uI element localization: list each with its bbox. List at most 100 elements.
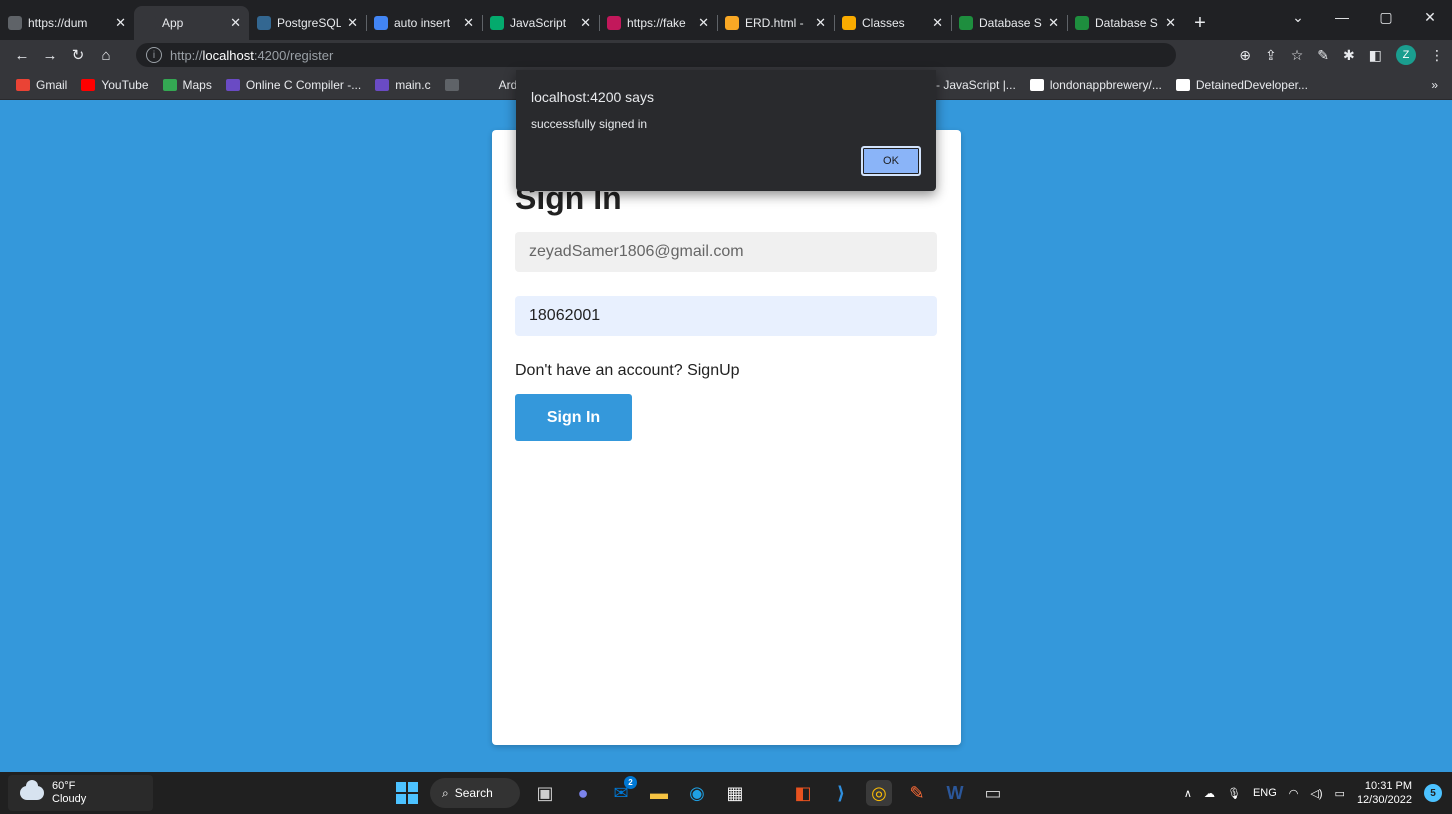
browser-tab[interactable]: JavaScript ✕ [482,6,599,40]
forward-icon[interactable]: → [36,47,64,64]
bookmark-label: YouTube [101,77,149,92]
google-icon [374,16,388,30]
password-field[interactable]: 18062001 [515,296,937,336]
browser-tab[interactable]: ERD.html - ✕ [717,6,834,40]
menu-kebab-icon[interactable]: ⋮ [1430,47,1444,64]
github-icon [1029,79,1044,91]
bookmark-star-icon[interactable]: ☆ [1291,47,1304,64]
cloud-icon [20,780,44,800]
bolt-icon [225,78,240,91]
tab-title: App [162,16,184,30]
app-badge: 2 [624,776,637,789]
onedrive-icon[interactable]: ☁ [1204,787,1215,800]
reload-icon[interactable]: ↻ [64,46,92,64]
bookmark-label: londonappbrewery/... [1049,78,1162,92]
alert-ok-button[interactable]: OK [861,146,921,176]
microphone-icon[interactable]: 🎙 [1227,787,1241,800]
profile-avatar[interactable]: Z [1396,45,1416,65]
close-tab-icon[interactable]: ✕ [1048,15,1059,31]
address-bar[interactable]: i http:// localhost :4200/register [136,43,1176,67]
close-tab-icon[interactable]: ✕ [815,15,826,31]
signup-link[interactable]: Don't have an account? SignUp [515,362,740,380]
tab-title: PostgreSQL [277,16,342,30]
share-icon[interactable]: ⇪ [1265,47,1277,64]
office-icon[interactable]: ◧ [790,780,816,806]
browser-tab[interactable]: auto insert ✕ [366,6,482,40]
browser-tab[interactable]: App ✕ [134,6,249,40]
close-tab-icon[interactable]: ✕ [347,15,358,31]
bookmark-label: Online C Compiler -... [245,77,362,92]
volume-icon[interactable]: ◁) [1310,787,1322,800]
side-panel-icon[interactable]: ◧ [1369,47,1382,64]
close-tab-icon[interactable]: ✕ [698,15,709,31]
globe-icon [8,16,22,30]
file-explorer-icon[interactable]: ▬ [646,780,672,806]
bookmark-item[interactable]: DetainedDeveloper... [1175,78,1308,92]
zoom-icon[interactable]: ⊕ [1239,47,1251,64]
home-icon[interactable]: ⌂ [92,47,120,64]
extensions-puzzle-icon[interactable]: ✱ [1343,47,1355,64]
language-indicator[interactable]: ENG [1253,787,1277,799]
bookmark-item[interactable]: Ard [478,78,517,92]
show-hidden-icons-icon[interactable]: ∧ [1184,787,1192,800]
close-tab-icon[interactable]: ✕ [115,15,126,31]
vscode-icon[interactable]: ⟩ [828,780,854,806]
close-tab-icon[interactable]: ✕ [932,15,943,31]
close-tab-icon[interactable]: ✕ [580,15,591,31]
browser-tab[interactable]: https://dum ✕ [0,6,134,40]
bookmark-item[interactable]: londonappbrewery/... [1029,78,1162,92]
browser-tab[interactable]: https://fake ✕ [599,6,717,40]
alert-title: localhost:4200 says [531,89,654,105]
task-view-icon[interactable]: ▣ [532,780,558,806]
close-window-button[interactable]: ✕ [1408,0,1452,34]
browser-tab[interactable]: Database S ✕ [951,6,1067,40]
browser-tab[interactable]: Database S ✕ [1067,6,1184,40]
bookmark-item[interactable]: Online C Compiler -... [225,77,362,92]
bookmark-label: DetainedDeveloper... [1195,78,1308,92]
browser-tab[interactable]: PostgreSQL ✕ [249,6,366,40]
terminal-icon[interactable]: ▭ [980,780,1006,806]
toolbar-actions: ⊕ ⇪ ☆ ✎ ✱ ◧ Z ⋮ [1239,40,1444,70]
bookmark-item[interactable]: main.c [375,77,431,92]
close-tab-icon[interactable]: ✕ [1165,15,1176,31]
wifi-icon[interactable]: ◠ [1289,787,1299,800]
mail-icon[interactable]: ✉ 2 [608,776,637,806]
close-tab-icon[interactable]: ✕ [463,15,474,31]
search-label: Search [454,786,493,800]
bookmark-item[interactable] [444,78,465,91]
weather-widget[interactable]: 60°F Cloudy [8,775,153,811]
bookmark-item[interactable]: YouTube [81,77,149,92]
battery-icon[interactable]: ▭ [1335,787,1345,800]
word-icon[interactable]: W [942,780,968,806]
extension-pen-icon[interactable]: ✎ [1317,47,1329,64]
bookmark-label: Gmail [36,77,68,92]
site-info-icon[interactable]: i [146,47,162,63]
email-field[interactable]: zeyadSamer1806@gmail.com [515,232,937,272]
taskbar-search[interactable]: ⌕ Search [430,778,520,808]
clock-time: 10:31 PM [1364,780,1412,792]
signin-button[interactable]: Sign In [515,394,632,441]
maps-icon [162,78,177,91]
notifications-badge[interactable]: 5 [1424,784,1442,802]
windows-start-icon[interactable] [396,782,418,804]
restore-button[interactable]: ▢ [1364,0,1408,34]
bookmark-item[interactable]: Gmail [16,78,67,92]
bookmark-item[interactable]: Maps [162,78,212,92]
fake-icon [607,16,621,30]
chrome-icon[interactable]: ◎ [866,780,892,806]
close-tab-icon[interactable]: ✕ [230,15,241,31]
new-tab-button[interactable]: + [1184,6,1216,40]
bookmark-label: main.c [395,77,431,92]
browser-tab[interactable]: Classes ✕ [834,6,951,40]
clock[interactable]: 10:31 PM 12/30/2022 [1357,779,1412,807]
erd-icon [725,16,739,30]
tab-search-icon[interactable]: ⌄ [1276,0,1320,34]
minimize-button[interactable]: — [1320,0,1364,34]
browser-tab-bar: https://dum ✕ App ✕ PostgreSQL ✕ auto insert ✕ J… [0,0,1452,40]
edge-icon[interactable]: ◉ [684,780,710,806]
back-icon[interactable]: ← [8,47,36,64]
postman-icon[interactable]: ✎ [904,780,930,806]
bookmarks-overflow-button[interactable]: » [1431,78,1438,92]
store-icon[interactable]: ▦ [722,780,748,806]
teams-chat-icon[interactable]: ● [570,780,596,806]
